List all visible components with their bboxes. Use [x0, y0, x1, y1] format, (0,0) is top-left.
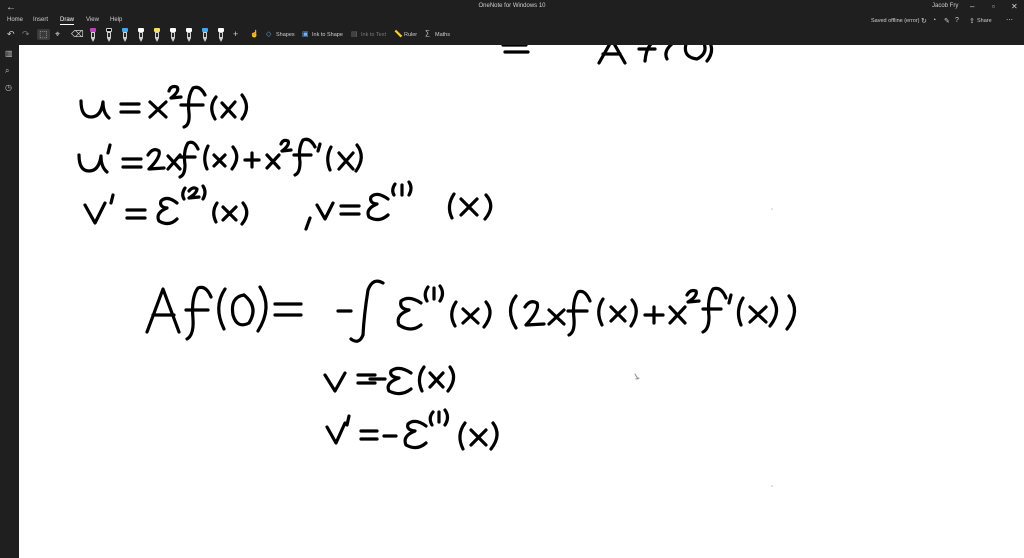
lasso-select-icon[interactable]: ⬚	[37, 29, 50, 40]
help-icon[interactable]: ?	[955, 17, 959, 24]
tab-home[interactable]: Home	[7, 17, 23, 23]
pen-8[interactable]	[202, 28, 208, 42]
shapes-button[interactable]: Shapes	[276, 32, 295, 38]
ink-line-3	[83, 180, 493, 231]
pen-4[interactable]	[138, 28, 144, 42]
undo-icon[interactable]: ↶	[7, 29, 15, 40]
tab-view[interactable]: View	[86, 17, 99, 23]
ink-line-5	[323, 365, 456, 396]
sync-icon[interactable]: ↻	[921, 17, 927, 25]
ink-line-1	[79, 84, 249, 129]
notebooks-icon[interactable]: ▥	[5, 49, 13, 58]
ink-to-text-button[interactable]: Ink to Text	[361, 32, 386, 38]
ink-line-6	[325, 408, 499, 451]
pen-icon[interactable]: ✎	[944, 17, 950, 25]
ink-line-4	[145, 279, 797, 343]
maximize-icon[interactable]: ▫	[992, 2, 995, 11]
ruler-icon[interactable]: 📏	[394, 30, 403, 38]
shapes-icon[interactable]: ◇	[266, 30, 271, 38]
ink-line-2	[77, 137, 363, 179]
highlighter-yellow[interactable]	[154, 28, 160, 42]
bell-icon[interactable]: ◔	[932, 17, 936, 24]
more-options-icon[interactable]: ⋯	[1006, 16, 1013, 24]
tab-draw[interactable]: Draw	[60, 17, 75, 25]
sync-status[interactable]: Saved offline (error)	[871, 18, 920, 24]
ink-to-shape-button[interactable]: Ink to Shape	[312, 32, 343, 38]
close-icon[interactable]: ✕	[1011, 2, 1018, 11]
draw-toolbar: ↶ ↷ ⬚ ⌖ ⌫ + ☝ ◇ Shapes ▣ Ink to Shape ▤ …	[0, 27, 1024, 45]
share-icon[interactable]: ⇪	[969, 17, 975, 25]
touch-draw-icon[interactable]: ☝	[250, 30, 259, 38]
window-title: OneNote for Windows 10	[478, 3, 546, 9]
pen-6[interactable]	[170, 28, 176, 42]
recent-icon[interactable]: ◷	[5, 83, 12, 92]
share-button[interactable]: Share	[977, 18, 992, 24]
pen-7[interactable]	[186, 28, 192, 42]
maths-button[interactable]: Maths	[435, 32, 450, 38]
eraser-icon[interactable]: ⌫	[71, 29, 84, 40]
tab-insert[interactable]: Insert	[33, 17, 48, 23]
title-bar: ← OneNote for Windows 10 Jacob Fry – ▫ ✕	[0, 0, 1024, 16]
pen-1[interactable]	[90, 28, 96, 42]
pen-3[interactable]	[122, 28, 128, 42]
navigation-rail: ▥ ⌕ ◷	[0, 45, 19, 558]
stray-mark	[634, 373, 640, 380]
pen-2[interactable]	[106, 28, 112, 42]
redo-icon[interactable]: ↷	[22, 29, 30, 40]
ink-to-text-icon[interactable]: ▤	[351, 30, 358, 38]
maths-icon[interactable]: ∑	[425, 30, 430, 37]
add-space-icon[interactable]: ⌖	[55, 29, 60, 40]
note-page-canvas[interactable]	[19, 45, 1024, 558]
pen-9[interactable]	[218, 28, 224, 42]
handwriting-ink	[77, 45, 797, 451]
user-name[interactable]: Jacob Fry	[932, 3, 958, 9]
add-pen-icon[interactable]: +	[233, 29, 238, 39]
ink-line-top	[501, 45, 714, 65]
ruler-button[interactable]: Ruler	[404, 32, 417, 38]
ink-to-shape-icon[interactable]: ▣	[302, 30, 309, 38]
tab-help[interactable]: Help	[110, 17, 122, 23]
search-icon[interactable]: ⌕	[5, 66, 9, 76]
minimize-icon[interactable]: –	[970, 2, 974, 11]
